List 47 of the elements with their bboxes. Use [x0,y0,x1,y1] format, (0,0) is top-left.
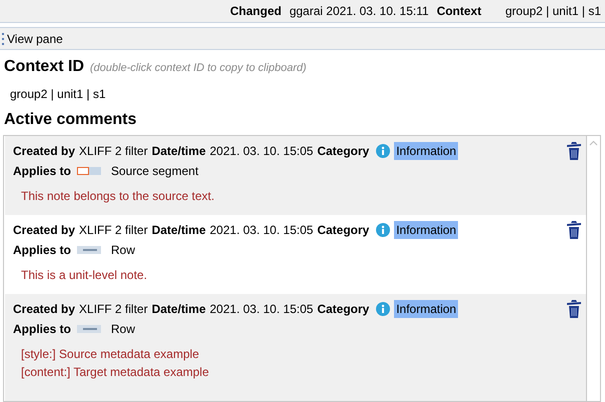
field-label: Date/time [152,143,206,160]
category-value: Information [394,142,458,160]
field-label: Created by [13,222,76,239]
status-value: ggarai 2021. 03. 10. 15:11 [289,3,429,20]
category-value: Information [394,221,458,239]
context-id-value[interactable]: group2 | unit1 | s1 [0,85,605,103]
status-label: Changed [230,3,282,20]
field-value: 2021. 03. 10. 15:05 [210,301,314,318]
delete-icon[interactable] [566,300,582,318]
source-segment-icon [77,167,102,175]
field-label: Category [317,301,370,318]
note-text: This note belongs to the source text. [21,188,216,205]
scrollbar[interactable] [586,135,601,402]
field-value: 2021. 03. 10. 15:05 [210,143,314,160]
field-value: XLIFF 2 filter [79,222,148,239]
field-value: Source segment [111,163,198,180]
delete-icon[interactable] [566,221,582,239]
status-value: group2 | unit1 | s1 [505,3,601,20]
status-label: Context [436,3,482,20]
field-label: Category [317,143,370,160]
field-value: 2021. 03. 10. 15:05 [210,222,314,239]
info-icon [376,223,390,237]
field-value: Row [111,321,136,338]
section-title: Active comments [3,110,138,130]
row-icon [77,325,102,333]
field-label: Category [317,222,370,239]
section-title: Context ID [4,57,84,77]
field-label: Applies to [13,242,72,259]
info-icon [376,144,390,158]
field-label: Applies to [13,321,72,338]
field-value: Row [111,242,136,259]
view-pane-button[interactable]: View pane [7,30,63,48]
note-text: [content:] Target metadata example [21,364,210,381]
field-value: XLIFF 2 filter [79,143,148,160]
info-icon [376,302,390,316]
field-value: XLIFF 2 filter [79,301,148,318]
field-label: Applies to [13,163,72,180]
hint-text: (double-click context ID to copy to clipboard) [90,61,306,76]
delete-icon[interactable] [566,142,582,160]
note-text: This is a unit-level note. [21,267,148,284]
field-label: Created by [13,143,76,160]
category-value: Information [394,300,458,318]
field-label: Date/time [152,301,206,318]
row-icon [77,246,102,254]
field-label: Created by [13,301,76,318]
field-label: Date/time [152,222,206,239]
note-text: [style:] Source metadata example [21,346,200,363]
